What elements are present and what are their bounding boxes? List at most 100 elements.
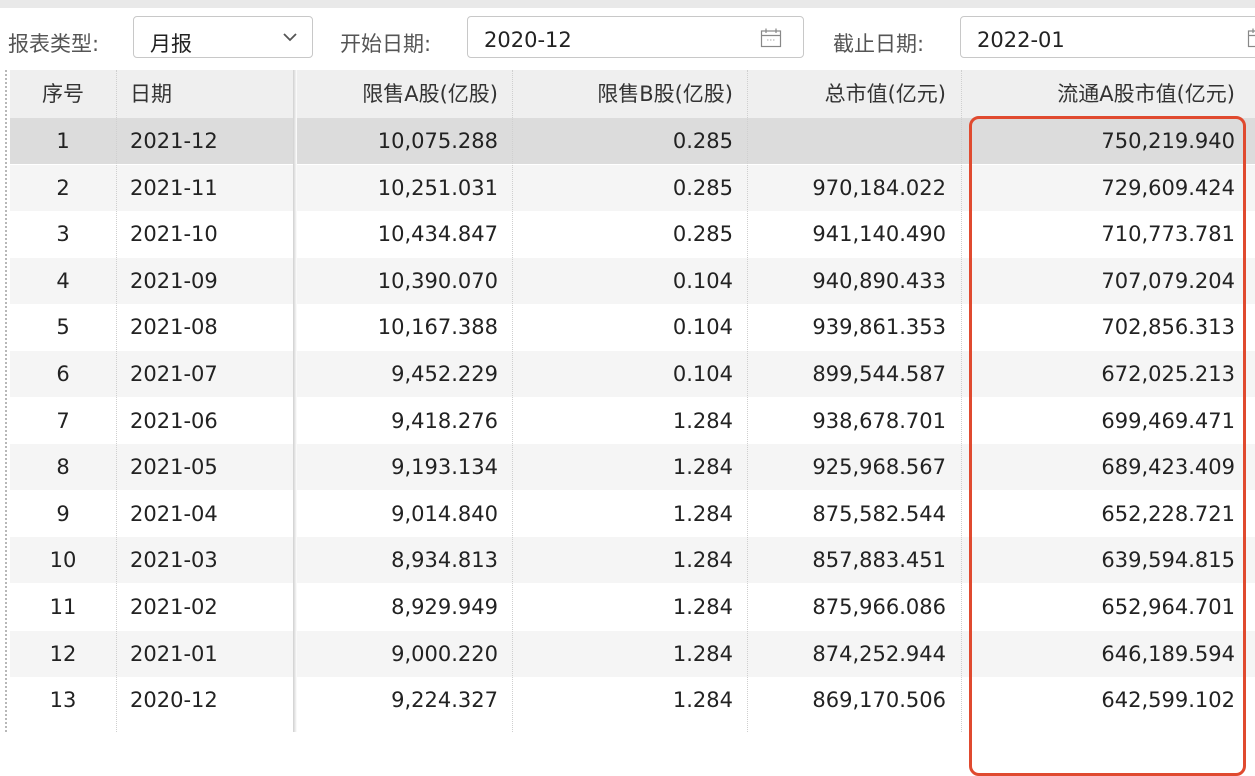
cell-restricted-a: 10,167.388 bbox=[310, 304, 498, 350]
cell-date: 2021-02 bbox=[130, 584, 290, 630]
start-date-value: 2020-12 bbox=[484, 28, 572, 52]
cell-seq: 6 bbox=[10, 351, 116, 397]
column-divider bbox=[512, 70, 513, 732]
header-seq[interactable]: 序号 bbox=[10, 70, 116, 118]
start-date-label: 开始日期: bbox=[340, 28, 431, 58]
header-restricted-a[interactable]: 限售A股(亿股) bbox=[310, 70, 498, 118]
cell-restricted-b: 1.284 bbox=[530, 584, 733, 630]
table-row[interactable]: 102021-038,934.8131.284857,883.451639,59… bbox=[10, 537, 1255, 583]
cell-restricted-b: 0.104 bbox=[530, 304, 733, 350]
cell-restricted-b: 0.285 bbox=[530, 165, 733, 211]
table-row[interactable]: 82021-059,193.1341.284925,968.567689,423… bbox=[10, 444, 1255, 490]
cell-restricted-b: 1.284 bbox=[530, 631, 733, 677]
cell-date: 2021-07 bbox=[130, 351, 290, 397]
cell-float-a-market-value: 646,189.594 bbox=[980, 631, 1235, 677]
table-row[interactable]: 12021-1210,075.2880.285750,219.940 bbox=[10, 118, 1255, 164]
cell-restricted-a: 9,000.220 bbox=[310, 631, 498, 677]
report-type-select[interactable]: 月报 bbox=[133, 16, 313, 58]
cell-total-market-value: 925,968.567 bbox=[770, 444, 946, 490]
table-row[interactable]: 122021-019,000.2201.284874,252.944646,18… bbox=[10, 631, 1255, 677]
table-row[interactable]: 42021-0910,390.0700.104940,890.433707,07… bbox=[10, 258, 1255, 304]
cell-float-a-market-value: 642,599.102 bbox=[980, 677, 1235, 723]
table-row[interactable]: 7 2021-06 9,418.276 1.284 938,678.701 699,469… bbox=[10, 398, 1255, 444]
cell-float-a-market-value: 702,856.313 bbox=[980, 304, 1235, 350]
end-date-value: 2022-01 bbox=[977, 28, 1065, 52]
filter-toolbar: 报表类型: 月报 开始日期: 2020-12 截止日期: 2022-01 bbox=[0, 8, 1255, 68]
cell-restricted-a: 8,934.813 bbox=[310, 537, 498, 583]
cell-restricted-b: 0.285 bbox=[530, 211, 733, 257]
column-divider bbox=[747, 70, 748, 732]
table-row[interactable]: 2 2021-11 10,251.031 0.285 970,184.022 729,60… bbox=[10, 165, 1255, 211]
cell-float-a-market-value: 652,964.701 bbox=[980, 584, 1235, 630]
cell-seq: 13 bbox=[10, 677, 116, 723]
table-row[interactable]: 32021-1010,434.8470.285941,140.490710,77… bbox=[10, 211, 1255, 257]
data-table: 序号 日期 限售A股(亿股) 限售B股(亿股) 总市值(亿元) 流通A股市值(亿… bbox=[0, 70, 1255, 732]
chevron-down-icon bbox=[282, 31, 298, 43]
header-float-a-market-value[interactable]: 流通A股市值(亿元) bbox=[980, 70, 1235, 118]
report-type-value: 月报 bbox=[150, 28, 192, 58]
cell-seq: 8 bbox=[10, 444, 116, 490]
cell-restricted-a: 9,452.229 bbox=[310, 351, 498, 397]
cell-total-market-value: 940,890.433 bbox=[770, 258, 946, 304]
cell-float-a-market-value: 652,228.721 bbox=[980, 491, 1235, 537]
cell-restricted-b: 1.284 bbox=[530, 677, 733, 723]
cell-date: 2021-10 bbox=[130, 211, 290, 257]
calendar-icon[interactable] bbox=[760, 28, 782, 48]
table-row[interactable]: 13 2020-12 9,224.327 1.284 869,170.506 642,59… bbox=[10, 677, 1255, 723]
cell-restricted-b: 1.284 bbox=[530, 444, 733, 490]
cell-restricted-a: 9,193.134 bbox=[310, 444, 498, 490]
cell-seq: 3 bbox=[10, 211, 116, 257]
cell-float-a-market-value: 750,219.940 bbox=[980, 118, 1235, 164]
cell-total-market-value: 970,184.022 bbox=[770, 165, 946, 211]
cell-restricted-a: 9,224.327 bbox=[310, 677, 498, 723]
cell-seq: 2 bbox=[10, 165, 116, 211]
cell-seq: 9 bbox=[10, 491, 116, 537]
cell-total-market-value: 875,966.086 bbox=[770, 584, 946, 630]
header-date[interactable]: 日期 bbox=[130, 70, 290, 118]
frozen-column-divider bbox=[293, 70, 297, 732]
cell-restricted-b: 0.104 bbox=[530, 351, 733, 397]
header-restricted-b[interactable]: 限售B股(亿股) bbox=[530, 70, 733, 118]
cell-seq: 5 bbox=[10, 304, 116, 350]
cell-date: 2021-09 bbox=[130, 258, 290, 304]
end-date-label: 截止日期: bbox=[833, 28, 924, 58]
cell-seq: 11 bbox=[10, 584, 116, 630]
table-row[interactable]: 92021-049,014.8401.284875,582.544652,228… bbox=[10, 491, 1255, 537]
calendar-icon[interactable] bbox=[1247, 28, 1255, 48]
table-row[interactable]: 5 2021-08 10,167.388 0.104 939,861.353 702,85… bbox=[10, 304, 1255, 350]
cell-restricted-b: 0.285 bbox=[530, 118, 733, 164]
cell-date: 2021-03 bbox=[130, 537, 290, 583]
cell-total-market-value: 939,861.353 bbox=[770, 304, 946, 350]
cell-seq: 12 bbox=[10, 631, 116, 677]
cell-date: 2021-08 bbox=[130, 304, 290, 350]
cell-restricted-a: 9,418.276 bbox=[310, 398, 498, 444]
cell-restricted-a: 9,014.840 bbox=[310, 491, 498, 537]
column-divider bbox=[961, 70, 962, 732]
cell-date: 2021-01 bbox=[130, 631, 290, 677]
start-date-input[interactable]: 2020-12 bbox=[467, 16, 804, 58]
header-total-market-value[interactable]: 总市值(亿元) bbox=[770, 70, 946, 118]
cell-total-market-value: 899,544.587 bbox=[770, 351, 946, 397]
cell-float-a-market-value: 672,025.213 bbox=[980, 351, 1235, 397]
cell-restricted-a: 10,390.070 bbox=[310, 258, 498, 304]
end-date-input[interactable]: 2022-01 bbox=[960, 16, 1255, 58]
cell-float-a-market-value: 699,469.471 bbox=[980, 398, 1235, 444]
cell-restricted-b: 1.284 bbox=[530, 491, 733, 537]
cell-restricted-a: 10,251.031 bbox=[310, 165, 498, 211]
cell-restricted-a: 10,434.847 bbox=[310, 211, 498, 257]
cell-date: 2021-11 bbox=[130, 165, 290, 211]
report-type-label: 报表类型: bbox=[8, 28, 99, 58]
table-row[interactable]: 112021-028,929.9491.284875,966.086652,96… bbox=[10, 584, 1255, 630]
cell-total-market-value: 857,883.451 bbox=[770, 537, 946, 583]
cell-float-a-market-value: 729,609.424 bbox=[980, 165, 1235, 211]
cell-date: 2021-06 bbox=[130, 398, 290, 444]
cell-date: 2021-04 bbox=[130, 491, 290, 537]
cell-seq: 7 bbox=[10, 398, 116, 444]
cell-total-market-value: 938,678.701 bbox=[770, 398, 946, 444]
cell-float-a-market-value: 689,423.409 bbox=[980, 444, 1235, 490]
cell-restricted-b: 1.284 bbox=[530, 398, 733, 444]
cell-date: 2020-12 bbox=[130, 677, 290, 723]
cell-total-market-value bbox=[770, 118, 946, 164]
cell-total-market-value: 869,170.506 bbox=[770, 677, 946, 723]
table-row[interactable]: 6 2021-07 9,452.229 0.104 899,544.587 672,025… bbox=[10, 351, 1255, 397]
